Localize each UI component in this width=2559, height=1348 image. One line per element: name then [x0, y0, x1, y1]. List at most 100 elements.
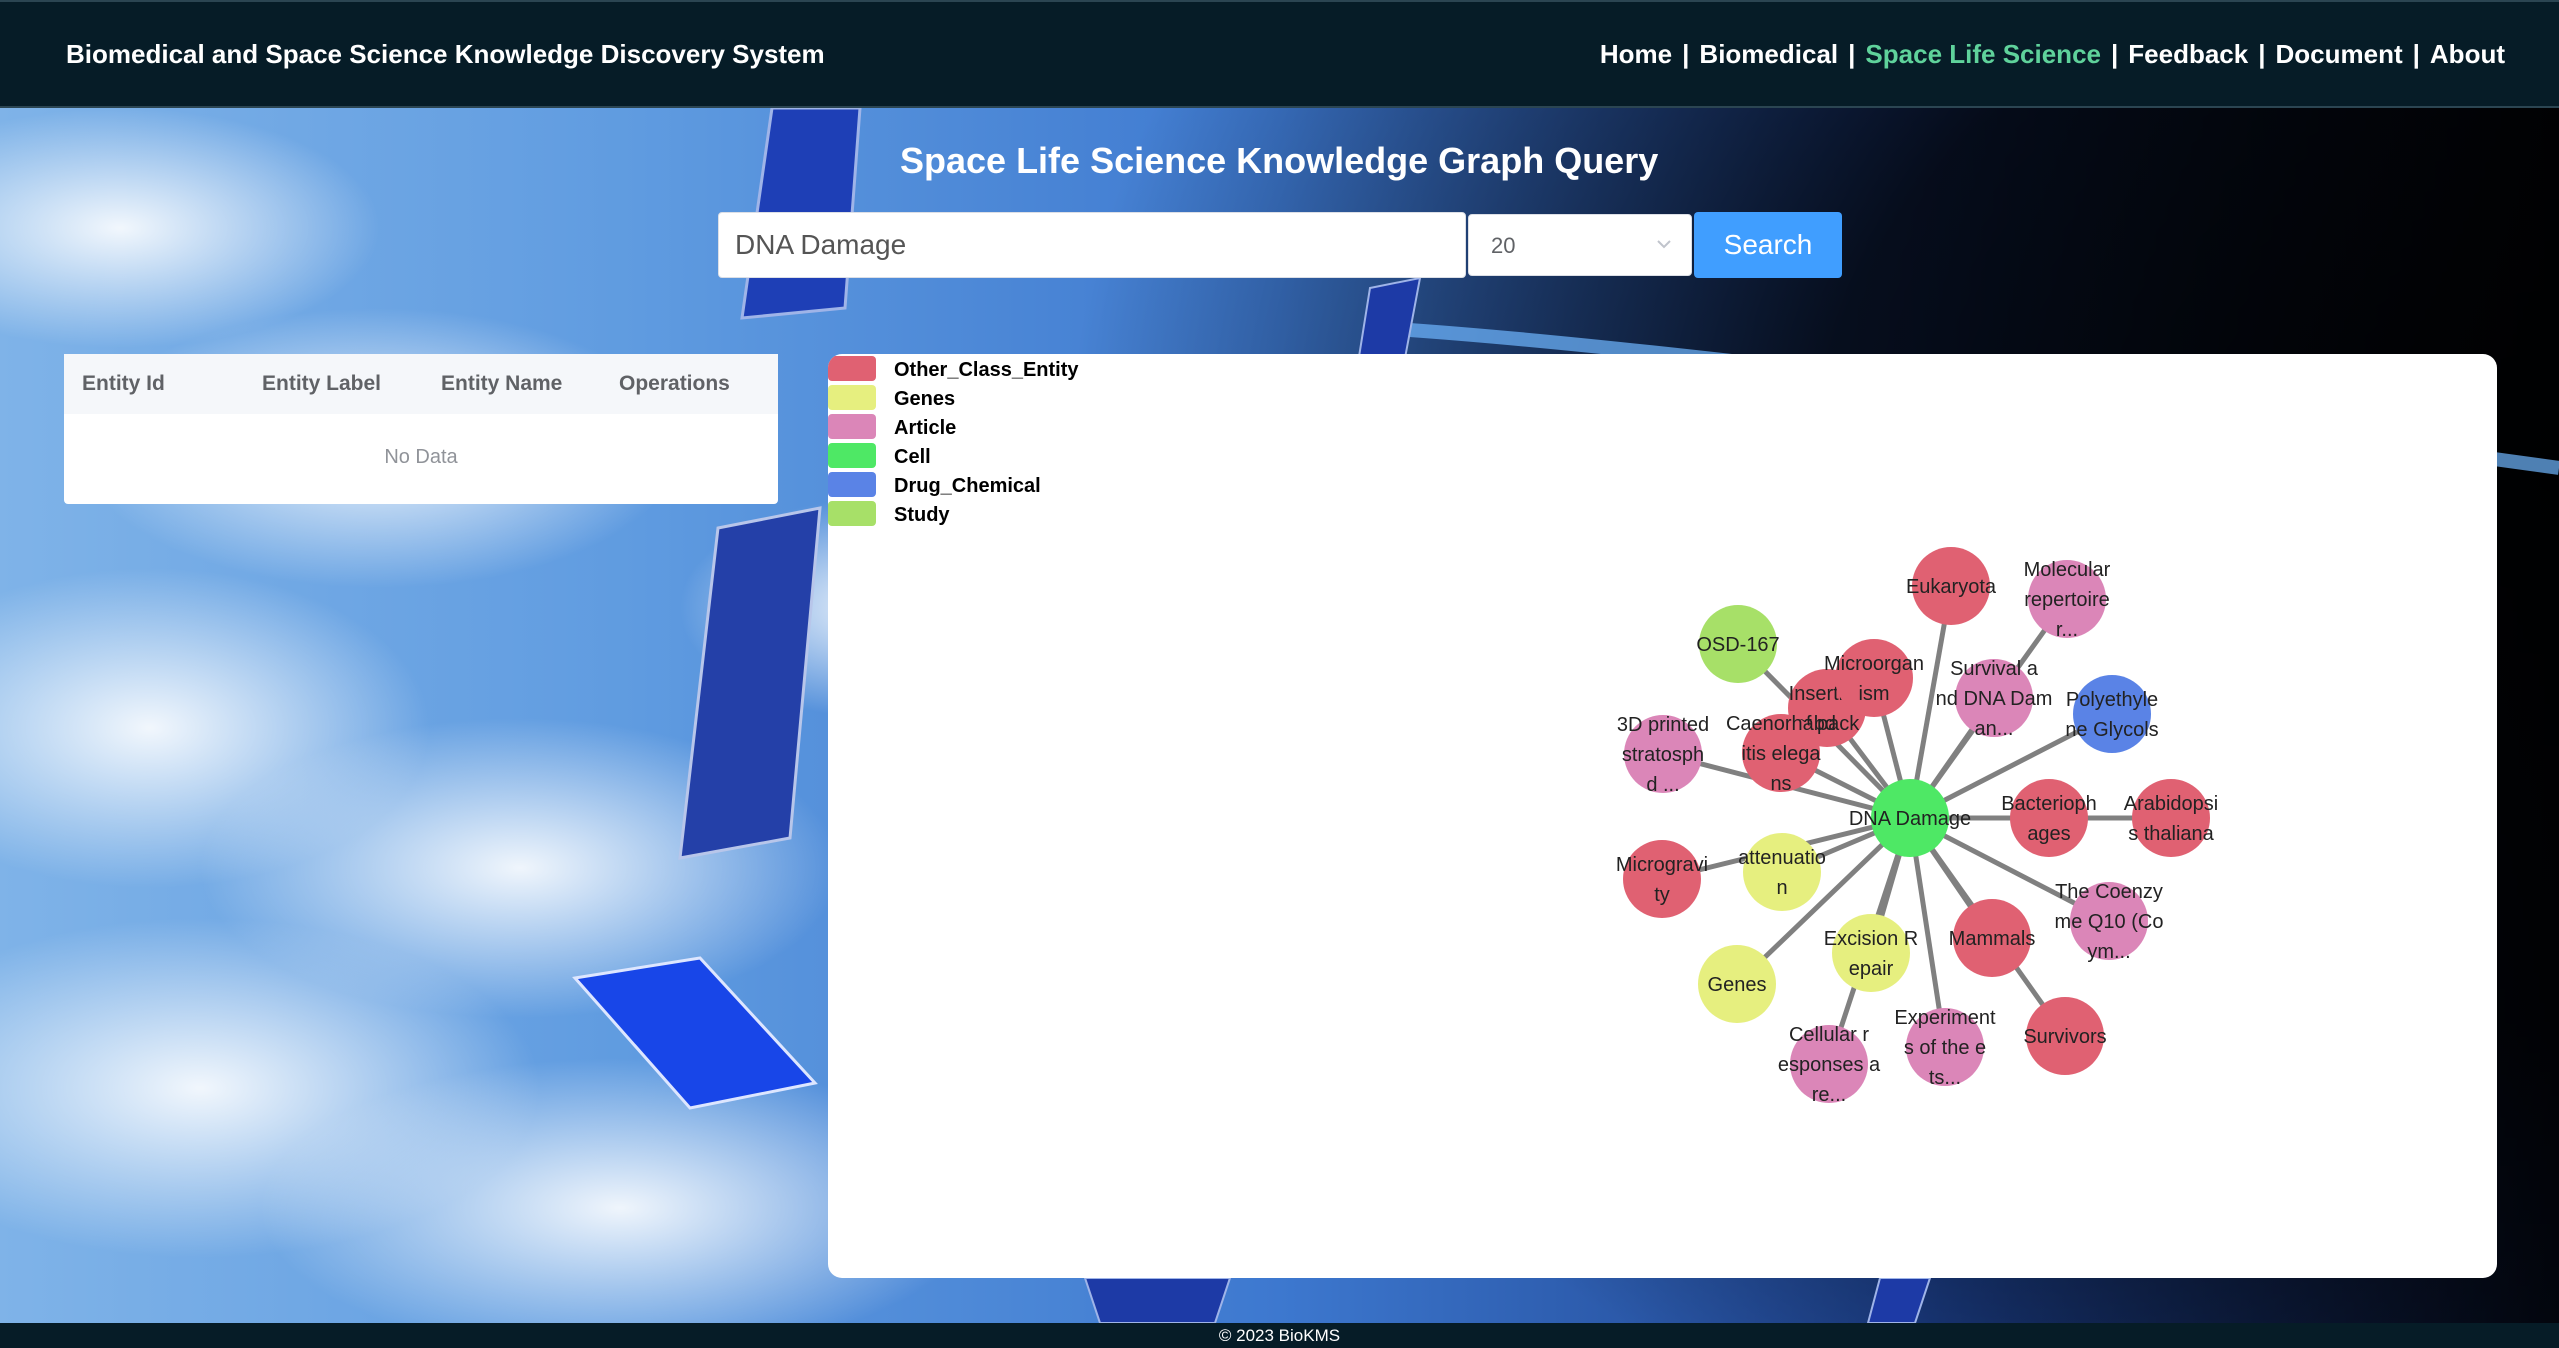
- legend-swatch: [828, 501, 876, 526]
- graph-node-celegans[interactable]: Caenorhabd itis elega ns: [1726, 713, 1836, 795]
- graph-node-label: itis elega: [1742, 743, 1822, 765]
- graph-node-label: esponses a: [1778, 1054, 1881, 1076]
- legend-swatch: [828, 414, 876, 439]
- result-limit-value: 20: [1491, 233, 1516, 258]
- knowledge-graph-panel[interactable]: Insertion of pack Eukaryota Molecular repert…: [828, 354, 2497, 1278]
- entity-table: Entity Id Entity Label Entity Name Opera…: [64, 354, 778, 504]
- nav-about[interactable]: About: [2430, 39, 2505, 69]
- graph-node-label: Genes: [1708, 974, 1767, 996]
- top-navbar: Biomedical and Space Science Knowledge D…: [0, 0, 2559, 108]
- nav-separator: |: [2110, 39, 2119, 69]
- graph-node-label: ts...: [1929, 1067, 1961, 1089]
- graph-node-center[interactable]: DNA Damage: [1849, 779, 1971, 857]
- graph-node-label: repertoire: [2024, 589, 2110, 611]
- main-nav: Home | Biomedical | Space Life Science | Feedb…: [1600, 39, 2505, 70]
- site-brand[interactable]: Biomedical and Space Science Knowledge D…: [66, 39, 825, 70]
- graph-node-label: Microorgan: [1824, 653, 1924, 675]
- graph-node-label: ne Glycols: [2065, 719, 2158, 741]
- graph-node-cellular[interactable]: Cellular r esponses a re...: [1778, 1024, 1881, 1106]
- graph-node-label: attenuatio: [1738, 847, 1826, 869]
- graph-node-survival[interactable]: Survival a nd DNA Dam an...: [1936, 658, 2053, 740]
- search-button[interactable]: Search: [1694, 212, 1842, 278]
- footer-copyright: © 2023 BioKMS: [0, 1323, 2559, 1348]
- legend-swatch: [828, 472, 876, 497]
- graph-node-genes[interactable]: Genes: [1698, 945, 1776, 1023]
- graph-node-eukaryota[interactable]: Eukaryota: [1906, 547, 1997, 625]
- graph-node-label: n: [1776, 877, 1787, 899]
- nav-separator: |: [1848, 39, 1856, 69]
- graph-node-circle[interactable]: [1623, 840, 1701, 918]
- graph-node-circle[interactable]: [2073, 675, 2151, 753]
- page-title: Space Life Science Knowledge Graph Query: [900, 140, 1659, 181]
- graph-node-label: d ...: [1646, 774, 1679, 796]
- graph-node-circle[interactable]: [1832, 914, 1910, 992]
- graph-node-label: Experiment: [1894, 1007, 1996, 1029]
- legend-swatch: [828, 356, 876, 381]
- nav-document[interactable]: Document: [2276, 39, 2403, 69]
- nav-space-life-science[interactable]: Space Life Science: [1865, 39, 2101, 69]
- graph-node-3dprinted[interactable]: 3D printed stratosph d ...: [1617, 714, 1709, 796]
- graph-node-arabidopsis[interactable]: Arabidopsi s thaliana: [2124, 779, 2219, 857]
- graph-node-label: Bacterioph: [2001, 793, 2097, 815]
- graph-node-label: ty: [1654, 884, 1670, 906]
- graph-node-label: Survivors: [2023, 1026, 2106, 1048]
- graph-node-label: Survival a: [1950, 658, 2039, 680]
- legend-label: Cell: [894, 446, 931, 468]
- nav-separator: |: [2258, 39, 2266, 69]
- graph-node-label: nd DNA Dam: [1936, 688, 2053, 710]
- graph-node-attenuation[interactable]: attenuatio n: [1738, 833, 1826, 911]
- entity-search-input[interactable]: [718, 212, 1466, 278]
- graph-node-label: ages: [2027, 823, 2070, 845]
- graph-node-label: OSD-167: [1696, 634, 1779, 656]
- graph-node-microgravity[interactable]: Microgravi ty: [1616, 840, 1708, 918]
- nav-separator: |: [1682, 39, 1690, 69]
- nav-separator: |: [2412, 39, 2420, 69]
- graph-node-polyethylene[interactable]: Polyethyle ne Glycols: [2065, 675, 2159, 753]
- result-limit-select[interactable]: 20: [1468, 214, 1692, 276]
- column-operations: Operations: [619, 372, 730, 395]
- graph-node-mammals[interactable]: Mammals: [1949, 899, 2036, 977]
- graph-node-label: Arabidopsi: [2124, 793, 2219, 815]
- nav-feedback[interactable]: Feedback: [2128, 39, 2248, 69]
- legend-label: Drug_Chemical: [894, 475, 1041, 497]
- graph-node-circle[interactable]: [2132, 779, 2210, 857]
- graph-node-label: Molecular: [2024, 559, 2111, 581]
- knowledge-graph[interactable]: Insertionof packEukaryotaMolecularrepert…: [828, 354, 2497, 1278]
- graph-node-excision[interactable]: Excision R epair: [1824, 914, 1918, 992]
- graph-node-circle[interactable]: [2010, 779, 2088, 857]
- legend-label: Article: [894, 417, 957, 439]
- graph-node-label: epair: [1849, 958, 1894, 980]
- graph-node-label: s thaliana: [2128, 823, 2214, 845]
- graph-node-circle[interactable]: [1743, 833, 1821, 911]
- chevron-down-icon: [1657, 240, 1671, 249]
- graph-node-survivors[interactable]: Survivors: [2023, 997, 2107, 1075]
- graph-node-label: ism: [1858, 683, 1889, 705]
- legend-swatch: [828, 385, 876, 410]
- graph-node-circle[interactable]: [1835, 639, 1913, 717]
- nav-home[interactable]: Home: [1600, 39, 1672, 69]
- legend-label: Study: [894, 504, 950, 526]
- table-header: Entity Id Entity Label Entity Name Opera…: [64, 354, 778, 414]
- graph-node-label: Polyethyle: [2066, 689, 2158, 711]
- graph-node-label: an...: [1975, 718, 2014, 740]
- graph-node-label: r...: [2056, 619, 2078, 641]
- table-empty-text: No Data: [384, 446, 458, 468]
- graph-node-coenzyme[interactable]: The Coenzy me Q10 (Co ym...: [2055, 881, 2164, 963]
- graph-node-label: Mammals: [1949, 928, 2036, 950]
- graph-node-label: ns: [1770, 773, 1791, 795]
- graph-node-bacteriophages[interactable]: Bacterioph ages: [2001, 779, 2097, 857]
- graph-node-label: Microgravi: [1616, 854, 1708, 876]
- graph-node-label: Eukaryota: [1906, 576, 1997, 598]
- legend-swatch: [828, 443, 876, 468]
- graph-node-label: stratosph: [1622, 744, 1704, 766]
- graph-node-molecular[interactable]: Molecular repertoire r...: [2024, 559, 2111, 641]
- graph-node-experiments[interactable]: Experiment s of the e ts...: [1894, 1007, 1996, 1089]
- graph-node-label: Cellular r: [1789, 1024, 1869, 1046]
- graph-node-label: 3D printed: [1617, 714, 1709, 736]
- graph-node-label: Caenorhabd: [1726, 713, 1836, 735]
- graph-node-label: ym...: [2087, 941, 2130, 963]
- graph-node-label: DNA Damage: [1849, 808, 1971, 830]
- nav-biomedical[interactable]: Biomedical: [1699, 39, 1838, 69]
- column-entity-id: Entity Id: [82, 372, 165, 395]
- graph-node-label: The Coenzy: [2055, 881, 2163, 903]
